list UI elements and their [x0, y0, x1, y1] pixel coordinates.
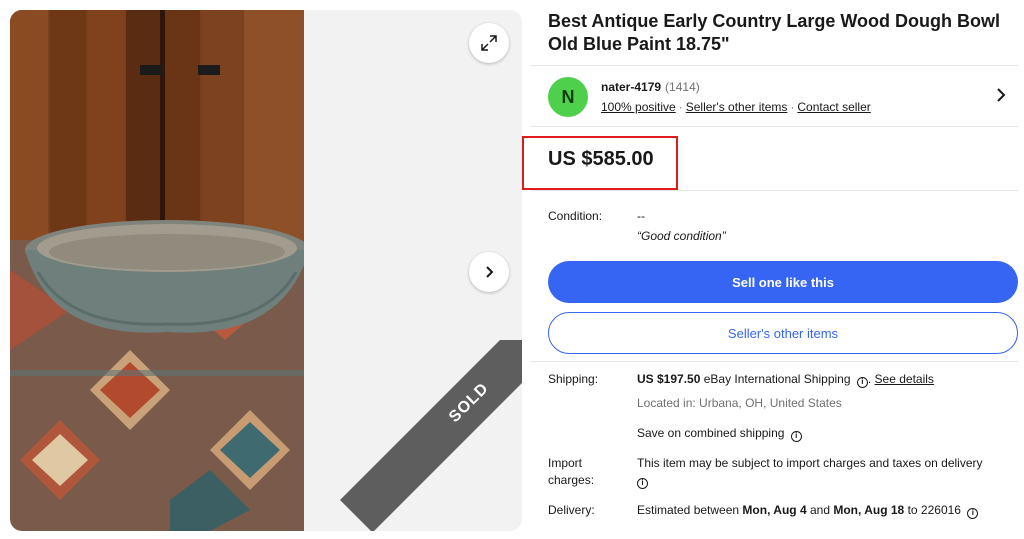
import-charges-value: This item may be subject to import charg…: [637, 455, 1018, 489]
chevron-right-icon: [997, 88, 1006, 102]
info-icon[interactable]: i: [790, 431, 802, 442]
condition-label: Condition:: [548, 209, 603, 223]
info-icon[interactable]: i: [967, 508, 979, 519]
seller-avatar: N: [548, 77, 588, 117]
contact-seller-link[interactable]: Contact seller: [797, 100, 870, 114]
combined-shipping: Save on combined shipping i: [637, 425, 802, 442]
expand-icon: [481, 35, 497, 51]
import-charges-text: This item may be subject to import charg…: [637, 456, 983, 470]
delivery-value: Estimated between Mon, Aug 4 and Mon, Au…: [637, 502, 979, 519]
delivery-start-date: Mon, Aug 4: [742, 503, 807, 517]
seller-name[interactable]: nater-4179 (1414): [601, 80, 700, 94]
expand-button[interactable]: [469, 23, 509, 63]
see-details-link[interactable]: See details: [875, 372, 934, 386]
combined-shipping-text: Save on combined shipping: [637, 426, 785, 440]
sold-ribbon: SOLD: [310, 340, 522, 531]
image-gallery: SOLD: [10, 10, 522, 531]
divider: [531, 361, 1018, 362]
seller-username[interactable]: nater-4179: [601, 80, 661, 94]
condition-value: --: [637, 209, 645, 223]
seller-chevron[interactable]: [994, 87, 1008, 108]
item-price: US $585.00: [548, 148, 654, 170]
seller-other-items-link[interactable]: Seller's other items: [686, 100, 788, 114]
listing-title: Best Antique Early Country Large Wood Do…: [548, 11, 1001, 54]
sell-one-like-this-button[interactable]: Sell one like this: [548, 261, 1018, 303]
condition-note: “Good condition”: [637, 229, 726, 243]
item-location: Located in: Urbana, OH, United States: [637, 396, 842, 410]
delivery-end-date: Mon, Aug 18: [833, 503, 905, 517]
delivery-label: Delivery:: [548, 503, 595, 517]
product-photo[interactable]: [10, 10, 304, 531]
divider: [531, 190, 1018, 191]
sold-label: SOLD: [445, 379, 493, 426]
info-icon[interactable]: i: [856, 377, 868, 388]
positive-feedback-link[interactable]: 100% positive: [601, 100, 676, 114]
shipping-label: Shipping:: [548, 372, 599, 386]
chevron-right-icon: [486, 266, 494, 278]
next-image-button[interactable]: [469, 252, 509, 292]
seller-feedback-count: (1414): [665, 80, 700, 94]
import-charges-label: Import charges:: [548, 456, 595, 487]
sellers-other-items-button[interactable]: Seller's other items: [548, 312, 1018, 354]
shipping-method: eBay International Shipping: [703, 372, 851, 386]
info-icon[interactable]: i: [637, 478, 648, 489]
shipping-amount: US $197.50: [637, 372, 701, 386]
shipping-value: US $197.50 eBay International Shipping i…: [637, 372, 934, 388]
seller-links: 100% positive · Seller's other items · Conta…: [601, 100, 871, 114]
seller-card[interactable]: N nater-4179 (1414) 100% positive · Seller'…: [531, 65, 1018, 127]
